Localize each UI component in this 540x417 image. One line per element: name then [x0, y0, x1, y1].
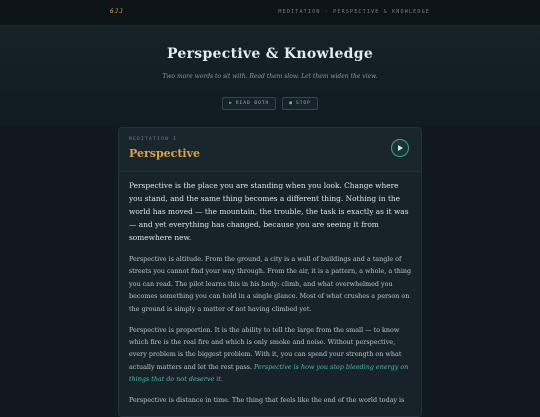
- stop-label: Stop: [295, 101, 311, 106]
- meditation-card: Meditation I Perspective Perspective is …: [118, 127, 422, 417]
- paragraph: Perspective is the place you are standin…: [129, 181, 409, 242]
- card-header: Meditation I Perspective: [119, 128, 421, 172]
- paragraph: Perspective is proportion. It is the abi…: [129, 324, 413, 386]
- paragraph: Perspective is altitude. From the ground…: [129, 255, 412, 313]
- audio-controls: ▶ Read both ■ Stop: [0, 97, 540, 110]
- meditation-text: Perspective is the place you are standin…: [129, 179, 413, 415]
- top-bar: 6JJ Meditation · Perspective & Knowledge: [0, 0, 540, 26]
- page-title: Perspective & Knowledge: [166, 46, 374, 62]
- logo[interactable]: 6JJ: [110, 8, 124, 15]
- page-subtitle: Two more words to sit with. Read them sl…: [162, 73, 378, 80]
- read-both-button[interactable]: ▶ Read both: [222, 97, 277, 110]
- card-title: Perspective: [129, 147, 201, 160]
- read-both-label: Read both: [235, 101, 270, 106]
- stop-icon: ■: [289, 101, 293, 106]
- play-button[interactable]: [391, 139, 409, 157]
- card-kicker: Meditation I: [129, 137, 178, 142]
- breadcrumb: Meditation · Perspective & Knowledge: [278, 9, 430, 15]
- play-icon: ▶: [229, 101, 233, 106]
- play-icon: [398, 145, 403, 151]
- stop-button[interactable]: ■ Stop: [282, 97, 318, 110]
